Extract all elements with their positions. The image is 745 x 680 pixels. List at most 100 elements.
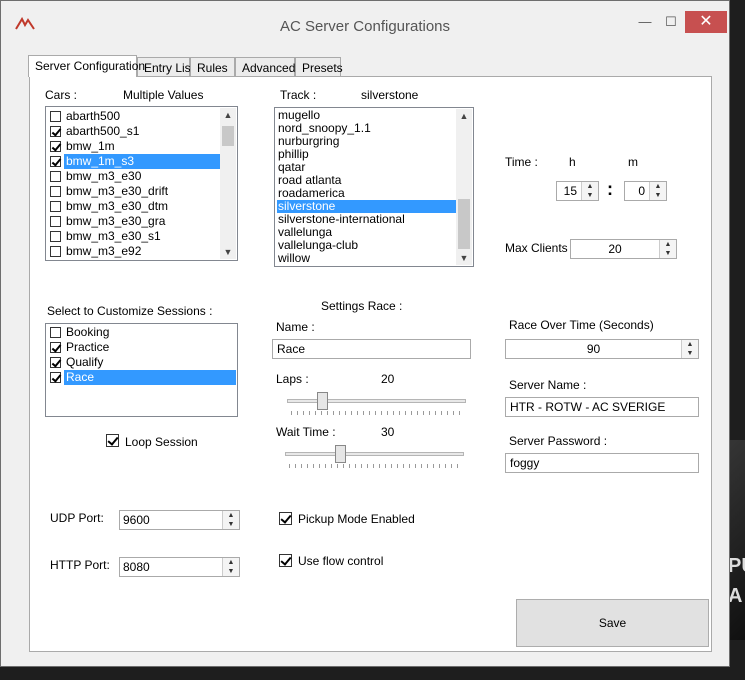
minute-stepper[interactable]: 0 ▲ ▼	[624, 181, 667, 201]
wait-time-slider-ticks	[289, 464, 461, 468]
car-list-item[interactable]: bmw_m3_e92	[64, 244, 141, 259]
track-list[interactable]: mugello nord_snoopy_1.1 nurburgring phillip…	[274, 107, 474, 267]
udp-port-label: UDP Port:	[50, 511, 104, 525]
server-name-input[interactable]: HTR - ROTW - AC SVERIGE	[505, 397, 699, 417]
cars-label: Cars :	[45, 88, 78, 102]
flow-control-checkbox[interactable]	[279, 554, 292, 567]
car-checkbox[interactable]	[50, 231, 61, 242]
http-port-stepper[interactable]: 8080 ▲ ▼	[119, 557, 240, 577]
window-title: AC Server Configurations	[279, 18, 451, 35]
car-checkbox[interactable]	[50, 156, 61, 167]
laps-slider-track	[287, 399, 466, 403]
car-list-item[interactable]: bmw_m3_e30	[64, 169, 141, 184]
car-checkbox[interactable]	[50, 216, 61, 227]
spin-down-icon[interactable]: ▼	[650, 191, 666, 200]
spin-up-icon[interactable]: ▲	[650, 182, 666, 191]
car-list-item[interactable]: bmw_1m	[64, 139, 115, 154]
spin-up-icon[interactable]: ▲	[223, 511, 239, 520]
udp-port-stepper[interactable]: 9600 ▲ ▼	[119, 510, 240, 530]
tab-rules[interactable]: Rules	[190, 57, 235, 77]
laps-slider-thumb[interactable]	[317, 392, 329, 410]
track-label: Track :	[280, 88, 317, 102]
wait-time-slider-track	[285, 452, 464, 456]
session-checkbox[interactable]	[50, 342, 61, 353]
tab-server-configuration[interactable]: Server Configuration	[28, 55, 145, 77]
close-button[interactable]: ✕	[685, 11, 727, 33]
udp-port-value: 9600	[123, 513, 150, 527]
spin-up-icon[interactable]: ▲	[682, 340, 698, 349]
loop-session-checkbox[interactable]	[106, 434, 119, 447]
sessions-list[interactable]: Booking Practice Qualify Race	[45, 323, 238, 417]
max-clients-stepper[interactable]: 20 ▲ ▼	[570, 239, 677, 259]
race-over-time-label: Race Over Time (Seconds)	[509, 318, 654, 332]
car-list-item[interactable]: abarth500	[64, 109, 120, 124]
scrollbar-thumb[interactable]	[222, 126, 234, 146]
car-list-item[interactable]: bmw_m3_e30_drift	[64, 184, 168, 199]
laps-label: Laps :	[276, 372, 309, 386]
minute-label: m	[628, 155, 638, 169]
session-list-item[interactable]: Practice	[64, 340, 109, 355]
pickup-mode-checkbox[interactable]	[279, 512, 292, 525]
car-list-item[interactable]: abarth500_s1	[64, 124, 139, 139]
tab-advanced[interactable]: Advanced	[235, 57, 295, 77]
app-window: AC Server Configurations — ☐ ✕ Server Co…	[0, 0, 730, 667]
car-checkbox[interactable]	[50, 111, 61, 122]
laps-value: 20	[381, 372, 395, 386]
session-list-item[interactable]: Booking	[64, 325, 109, 340]
scroll-down-arrow-icon[interactable]: ▼	[456, 251, 472, 265]
track-list-item[interactable]: willow	[277, 252, 456, 265]
session-name-input[interactable]: Race	[272, 339, 471, 359]
scroll-up-arrow-icon[interactable]: ▲	[220, 108, 236, 122]
spin-up-icon[interactable]: ▲	[223, 558, 239, 567]
spin-down-icon[interactable]: ▼	[223, 520, 239, 529]
wait-time-slider-thumb[interactable]	[335, 445, 347, 463]
car-list-item[interactable]: bmw_m3_e30_dtm	[64, 199, 168, 214]
time-label: Time :	[505, 155, 538, 169]
name-label: Name :	[276, 320, 315, 334]
minimize-button[interactable]: —	[635, 11, 655, 33]
session-checkbox[interactable]	[50, 372, 61, 383]
flow-control-label: Use flow control	[298, 554, 384, 568]
hour-stepper[interactable]: 15 ▲ ▼	[556, 181, 599, 201]
session-list-item[interactable]: Qualify	[64, 355, 103, 370]
tab-presets[interactable]: Presets	[295, 57, 343, 77]
session-checkbox[interactable]	[50, 327, 61, 338]
car-checkbox[interactable]	[50, 246, 61, 257]
spin-down-icon[interactable]: ▼	[582, 191, 598, 200]
car-list-item[interactable]: bmw_m3_e30_s1	[64, 229, 161, 244]
car-list-item[interactable]: bmw_m3_e30_gra	[64, 214, 165, 229]
race-over-time-stepper[interactable]: 90 ▲ ▼	[505, 339, 699, 359]
track-scrollbar[interactable]: ▲ ▼	[456, 109, 472, 265]
session-list-item[interactable]: Race	[64, 370, 236, 385]
time-separator: :	[607, 179, 613, 199]
loop-session-label: Loop Session	[125, 435, 198, 449]
wait-time-value: 30	[381, 425, 395, 439]
pickup-mode-label: Pickup Mode Enabled	[298, 512, 415, 526]
title-bar: AC Server Configurations — ☐ ✕	[1, 1, 729, 41]
car-checkbox[interactable]	[50, 126, 61, 137]
sessions-label: Select to Customize Sessions :	[47, 304, 213, 318]
scroll-down-arrow-icon[interactable]: ▼	[220, 245, 236, 259]
car-checkbox[interactable]	[50, 141, 61, 152]
car-checkbox[interactable]	[50, 201, 61, 212]
scrollbar-thumb[interactable]	[458, 199, 470, 249]
server-password-input[interactable]: foggy	[505, 453, 699, 473]
scroll-up-arrow-icon[interactable]: ▲	[456, 109, 472, 123]
spin-down-icon[interactable]: ▼	[682, 349, 698, 358]
maximize-button[interactable]: ☐	[661, 11, 681, 33]
spin-down-icon[interactable]: ▼	[660, 249, 676, 258]
settings-race-title: Settings Race :	[321, 299, 403, 313]
car-list-item[interactable]: bmw_1m_s3	[64, 154, 221, 169]
cars-scrollbar[interactable]: ▲ ▼	[220, 108, 236, 259]
session-checkbox[interactable]	[50, 357, 61, 368]
spin-down-icon[interactable]: ▼	[223, 567, 239, 576]
spin-up-icon[interactable]: ▲	[660, 240, 676, 249]
save-button[interactable]: Save	[516, 599, 709, 647]
laps-slider-ticks	[291, 411, 463, 415]
cars-list[interactable]: abarth500 abarth500_s1 bmw_1m bmw_1m_s3 bmw_…	[45, 106, 238, 261]
background-text-1: PU	[728, 555, 745, 577]
spin-up-icon[interactable]: ▲	[582, 182, 598, 191]
car-checkbox[interactable]	[50, 171, 61, 182]
hour-label: h	[569, 155, 576, 169]
car-checkbox[interactable]	[50, 186, 61, 197]
